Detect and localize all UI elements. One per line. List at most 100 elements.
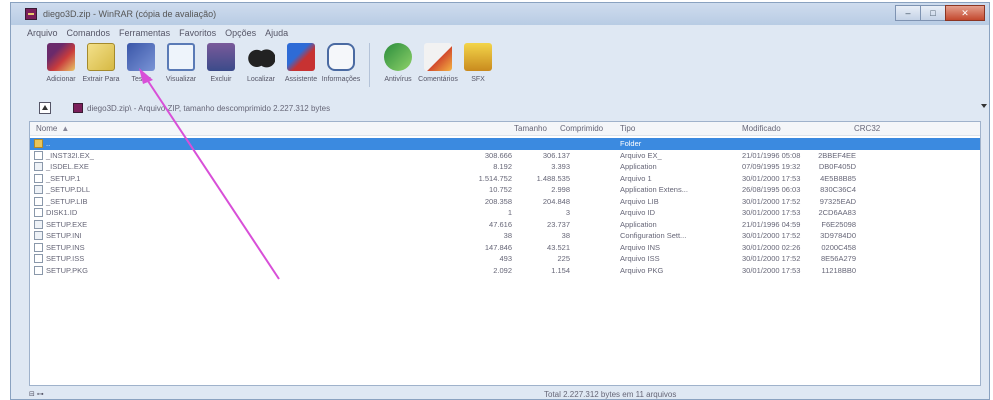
menu-favoritos[interactable]: Favoritos bbox=[179, 28, 216, 38]
file-size: 38 bbox=[503, 231, 512, 240]
file-packed-size: 23.737 bbox=[547, 219, 570, 229]
column-modified[interactable]: Modificado bbox=[742, 124, 781, 133]
file-row[interactable]: _INST32I.EX_ 308.666 306.137 Arquivo EX_ 21/… bbox=[30, 150, 980, 162]
file-name: _ISDEL.EXE bbox=[46, 162, 89, 171]
test-icon bbox=[127, 43, 155, 71]
wizard-button[interactable]: Assistente bbox=[281, 43, 321, 83]
extract-to-button[interactable]: Extrair Para bbox=[81, 43, 121, 83]
file-size: 8.192 bbox=[493, 162, 512, 171]
file-crc: 2CD6AA83 bbox=[818, 208, 856, 217]
menu-ferramentas[interactable]: Ferramentas bbox=[119, 28, 170, 38]
file-size: 2.092 bbox=[493, 265, 512, 275]
file-icon bbox=[34, 196, 43, 206]
file-row[interactable]: _SETUP.DLL 10.752 2.998 Application Extens.… bbox=[30, 184, 980, 196]
window-title: diego3D.zip - WinRAR (cópia de avaliação… bbox=[43, 9, 217, 19]
status-drive-icon[interactable]: ⊟ ⊶ bbox=[29, 390, 44, 398]
view-button[interactable]: Visualizar bbox=[161, 43, 201, 83]
file-row[interactable]: _SETUP.LIB 208.358 204.848 Arquivo LIB 30/01… bbox=[30, 196, 980, 208]
up-folder-icon[interactable] bbox=[39, 102, 51, 114]
file-name: SETUP.INI bbox=[46, 231, 82, 240]
file-crc: 97325EAD bbox=[819, 196, 856, 206]
sfx-label: SFX bbox=[471, 76, 485, 83]
menu-comandos[interactable]: Comandos bbox=[67, 28, 111, 38]
file-packed-size: 38 bbox=[561, 231, 570, 240]
file-size: 147.846 bbox=[484, 242, 512, 252]
delete-label: Excluir bbox=[210, 76, 232, 83]
file-crc: 4E5B8B85 bbox=[820, 173, 856, 183]
file-icon bbox=[34, 173, 43, 183]
info-button[interactable]: Informações bbox=[321, 43, 361, 83]
file-list: Nome ▲ Tamanho Comprimido Tipo Modificado… bbox=[29, 121, 981, 386]
status-bar: ⊟ ⊶ Total 2.227.312 bytes em 11 arquivos bbox=[11, 387, 989, 400]
file-row[interactable]: SETUP.ISS 493 225 Arquivo ISS 30/01/2000 17:… bbox=[30, 253, 980, 265]
column-type[interactable]: Tipo bbox=[620, 124, 635, 133]
file-row[interactable]: .. Folder bbox=[30, 138, 980, 150]
menu-opcoes[interactable]: Opções bbox=[225, 28, 256, 38]
file-row[interactable]: _SETUP.1 1.514.752 1.488.535 Arquivo 1 30/01… bbox=[30, 173, 980, 185]
file-row[interactable]: SETUP.EXE 47.616 23.737 Application 21/01/19… bbox=[30, 219, 980, 231]
find-icon bbox=[247, 43, 275, 71]
delete-button[interactable]: Excluir bbox=[201, 43, 241, 83]
file-icon bbox=[34, 185, 43, 194]
file-type: Arquivo PKG bbox=[620, 265, 664, 275]
file-row[interactable]: _ISDEL.EXE 8.192 3.393 Application 07/09/199… bbox=[30, 161, 980, 173]
file-packed-size: 3 bbox=[565, 208, 570, 217]
file-name: _INST32I.EX_ bbox=[46, 150, 94, 160]
menu-arquivo[interactable]: Arquivo bbox=[27, 28, 58, 38]
find-button[interactable]: Localizar bbox=[241, 43, 281, 83]
address-bar: diego3D.zip\ - Arquivo ZIP, tamanho desc… bbox=[39, 100, 991, 116]
view-icon bbox=[167, 43, 195, 71]
zip-archive-icon bbox=[73, 103, 83, 113]
file-row[interactable]: DISK1.ID 1 3 Arquivo ID 30/01/2000 17:53 2CD6… bbox=[30, 207, 980, 219]
file-modified: 30/01/2000 02:26 bbox=[742, 242, 801, 252]
file-packed-size: 43.521 bbox=[547, 242, 570, 252]
add-archive-icon bbox=[47, 43, 75, 71]
file-row[interactable]: SETUP.INI 38 38 Configuration Sett... 30/01/… bbox=[30, 230, 980, 242]
file-icon bbox=[34, 219, 43, 229]
file-row[interactable]: SETUP.PKG 2.092 1.154 Arquivo PKG 30/01/2000… bbox=[30, 265, 980, 277]
file-packed-size: 204.848 bbox=[542, 196, 570, 206]
test-label: Testar bbox=[131, 76, 151, 83]
view-label: Visualizar bbox=[165, 76, 197, 83]
column-packed[interactable]: Comprimido bbox=[560, 124, 603, 133]
maximize-button[interactable]: □ bbox=[920, 5, 946, 21]
add-button[interactable]: Adicionar bbox=[41, 43, 81, 83]
sfx-button[interactable]: SFX bbox=[458, 43, 498, 83]
file-packed-size: 225 bbox=[557, 254, 570, 263]
file-icon bbox=[34, 150, 43, 160]
file-name: _SETUP.DLL bbox=[46, 185, 91, 194]
comment-button[interactable]: Comentários bbox=[418, 43, 458, 83]
column-name[interactable]: Nome ▲ bbox=[36, 124, 69, 133]
add-label: Adicionar bbox=[46, 76, 76, 83]
address-dropdown-icon[interactable] bbox=[981, 104, 987, 108]
file-row[interactable]: SETUP.INS 147.846 43.521 Arquivo INS 30/01/2… bbox=[30, 242, 980, 254]
file-type: Arquivo ISS bbox=[620, 254, 660, 263]
file-crc: F6E25098 bbox=[821, 219, 856, 229]
minimize-button[interactable]: – bbox=[895, 5, 921, 21]
file-type: Application bbox=[620, 219, 657, 229]
antivirus-button[interactable]: Antivírus bbox=[378, 43, 418, 83]
toolbar-separator bbox=[369, 43, 370, 87]
menu-ajuda[interactable]: Ajuda bbox=[265, 28, 288, 38]
file-packed-size: 2.998 bbox=[551, 185, 570, 194]
extract-to-label: Extrair Para bbox=[82, 76, 120, 83]
file-modified: 21/01/1996 04:59 bbox=[742, 219, 801, 229]
winrar-app-icon[interactable] bbox=[25, 8, 37, 20]
test-button[interactable]: Testar bbox=[121, 43, 161, 83]
file-type: Arquivo LIB bbox=[620, 196, 659, 206]
address-text[interactable]: diego3D.zip\ - Arquivo ZIP, tamanho desc… bbox=[87, 104, 330, 113]
file-icon bbox=[34, 242, 43, 252]
column-crc[interactable]: CRC32 bbox=[854, 124, 880, 133]
file-size: 493 bbox=[499, 254, 512, 263]
file-type: Arquivo INS bbox=[620, 242, 661, 252]
file-type: Arquivo EX_ bbox=[620, 150, 662, 160]
window-controls: – □ ✕ bbox=[895, 5, 985, 21]
file-name: SETUP.ISS bbox=[46, 254, 85, 263]
file-size: 1.514.752 bbox=[478, 173, 512, 183]
close-button[interactable]: ✕ bbox=[945, 5, 985, 21]
file-icon bbox=[34, 208, 43, 217]
column-size[interactable]: Tamanho bbox=[514, 124, 547, 133]
file-modified: 26/08/1995 06:03 bbox=[742, 185, 801, 194]
file-modified: 07/09/1995 19:32 bbox=[742, 162, 801, 171]
file-crc: 0200C458 bbox=[821, 242, 856, 252]
